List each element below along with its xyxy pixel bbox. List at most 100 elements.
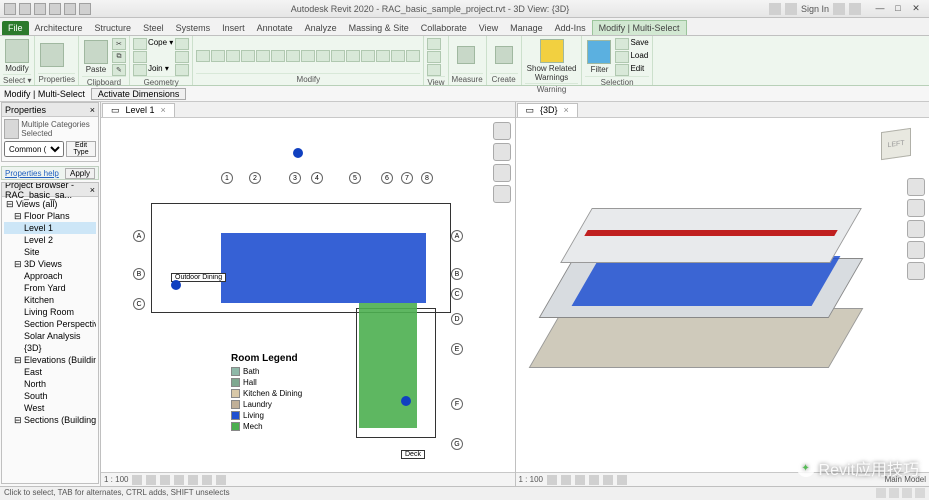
- nav-zoom-icon[interactable]: [493, 185, 511, 203]
- tree-east[interactable]: East: [4, 366, 96, 378]
- wall-opening-button[interactable]: [175, 51, 189, 63]
- detail-level-icon-3d[interactable]: [547, 475, 557, 485]
- grid-bubble-b-r[interactable]: B: [451, 268, 463, 280]
- grid-bubble-a-r[interactable]: A: [451, 230, 463, 242]
- cope-button[interactable]: [133, 38, 147, 50]
- grid-bubble-1[interactable]: 1: [221, 172, 233, 184]
- help-icon[interactable]: [849, 3, 861, 15]
- qat-redo-icon[interactable]: [64, 3, 76, 15]
- rotate-button[interactable]: [286, 50, 300, 62]
- create-similar-button[interactable]: [490, 45, 518, 66]
- linework-button[interactable]: [427, 64, 441, 76]
- nav-pan-icon-3d[interactable]: [907, 220, 925, 238]
- tree-views-root[interactable]: ⊟ Views (all): [4, 198, 96, 210]
- grid-bubble-2[interactable]: 2: [249, 172, 261, 184]
- tab-file[interactable]: File: [2, 21, 29, 35]
- grid-bubble-3[interactable]: 3: [289, 172, 301, 184]
- scale-button[interactable]: [346, 50, 360, 62]
- grid-bubble-5[interactable]: 5: [349, 172, 361, 184]
- properties-close-button[interactable]: ×: [90, 105, 95, 115]
- notch-button[interactable]: [175, 38, 189, 50]
- override-button[interactable]: [427, 51, 441, 63]
- offset-button[interactable]: [226, 50, 240, 62]
- project-browser-tree[interactable]: ⊟ Views (all) ⊟ Floor Plans Level 1 Leve…: [2, 197, 98, 427]
- tree-from-yard[interactable]: From Yard: [4, 282, 96, 294]
- tree-elevations[interactable]: ⊟ Elevations (Building Elevat: [4, 354, 96, 366]
- measure-button[interactable]: [452, 45, 480, 66]
- tab-view[interactable]: View: [473, 21, 504, 35]
- pin-button[interactable]: [361, 50, 375, 62]
- sign-in-label[interactable]: Sign In: [801, 4, 829, 14]
- nav-zoom-icon-3d[interactable]: [907, 241, 925, 259]
- cut-button[interactable]: ✂: [112, 38, 126, 50]
- tree-3d-default[interactable]: {3D}: [4, 342, 96, 354]
- split-face-button[interactable]: [175, 64, 189, 76]
- tree-south[interactable]: South: [4, 390, 96, 402]
- scale-label-left[interactable]: 1 : 100: [104, 475, 128, 484]
- grid-bubble-4[interactable]: 4: [311, 172, 323, 184]
- room-living-selected[interactable]: [221, 233, 426, 303]
- view-tab-3d[interactable]: ▭ {3D} ×: [517, 103, 578, 117]
- show-warnings-button[interactable]: Show RelatedWarnings: [525, 38, 579, 83]
- project-browser-close-button[interactable]: ×: [90, 185, 95, 195]
- tree-solar-analysis[interactable]: Solar Analysis: [4, 330, 96, 342]
- copy-mod-button[interactable]: [241, 50, 255, 62]
- activate-dimensions-button[interactable]: Activate Dimensions: [91, 88, 187, 100]
- nav-wheel-icon-3d[interactable]: [907, 199, 925, 217]
- shadows-icon-3d[interactable]: [589, 475, 599, 485]
- crop-icon[interactable]: [188, 475, 198, 485]
- status-drag-icon[interactable]: [889, 488, 899, 498]
- tree-north[interactable]: North: [4, 378, 96, 390]
- status-select-icon[interactable]: [876, 488, 886, 498]
- trim-extend-button[interactable]: [301, 50, 315, 62]
- reveal-icon[interactable]: [216, 475, 226, 485]
- tree-west[interactable]: West: [4, 402, 96, 414]
- restore-icon[interactable]: ▭: [111, 105, 120, 116]
- deck-tag[interactable]: Deck: [401, 450, 425, 459]
- grid-bubble-e-r[interactable]: E: [451, 343, 463, 355]
- edit-selection-button[interactable]: [615, 64, 629, 76]
- filter-button[interactable]: Filter: [585, 39, 613, 75]
- status-snap-icon[interactable]: [902, 488, 912, 498]
- crop-icon-3d[interactable]: [617, 475, 627, 485]
- grid-bubble-g-r[interactable]: G: [451, 438, 463, 450]
- array-button[interactable]: [331, 50, 345, 62]
- view-tab-3d-close[interactable]: ×: [564, 105, 569, 116]
- scale-label-right[interactable]: 1 : 100: [519, 475, 543, 484]
- properties-apply-button[interactable]: Apply: [65, 168, 95, 179]
- detail-level-icon[interactable]: [132, 475, 142, 485]
- cloud-icon[interactable]: [833, 3, 845, 15]
- tree-living-room[interactable]: Living Room: [4, 306, 96, 318]
- group-button[interactable]: [406, 50, 420, 62]
- grid-bubble-f-r[interactable]: F: [451, 398, 463, 410]
- modify-button[interactable]: Modify: [3, 38, 31, 74]
- tree-level-2[interactable]: Level 2: [4, 234, 96, 246]
- info-center-icon[interactable]: [769, 3, 781, 15]
- qat-save-icon[interactable]: [34, 3, 46, 15]
- tree-floor-plans[interactable]: ⊟ Floor Plans: [4, 210, 96, 222]
- move-button[interactable]: [211, 50, 225, 62]
- qat-print-icon[interactable]: [79, 3, 91, 15]
- tree-approach[interactable]: Approach: [4, 270, 96, 282]
- view-cube[interactable]: LEFT: [875, 126, 919, 166]
- status-filter-icon[interactable]: [915, 488, 925, 498]
- close-button[interactable]: ✕: [907, 3, 925, 15]
- tab-structure[interactable]: Structure: [89, 21, 138, 35]
- tree-level-1[interactable]: Level 1: [4, 222, 96, 234]
- tab-analyze[interactable]: Analyze: [299, 21, 343, 35]
- tab-massing-site[interactable]: Massing & Site: [343, 21, 415, 35]
- nav-home-icon-3d[interactable]: [907, 178, 925, 196]
- elevation-marker-north[interactable]: [293, 148, 303, 158]
- tab-addins[interactable]: Add-Ins: [549, 21, 592, 35]
- tree-sections[interactable]: ⊟ Sections (Building Section: [4, 414, 96, 426]
- nav-home-icon[interactable]: [493, 122, 511, 140]
- tab-manage[interactable]: Manage: [504, 21, 549, 35]
- visual-style-icon-3d[interactable]: [561, 475, 571, 485]
- maximize-button[interactable]: □: [889, 3, 907, 15]
- align-button[interactable]: [196, 50, 210, 62]
- tree-section-perspective[interactable]: Section Perspective: [4, 318, 96, 330]
- grid-bubble-c-r[interactable]: C: [451, 288, 463, 300]
- tab-collaborate[interactable]: Collaborate: [415, 21, 473, 35]
- grid-bubble-7[interactable]: 7: [401, 172, 413, 184]
- properties-help-link[interactable]: Properties help: [5, 169, 59, 178]
